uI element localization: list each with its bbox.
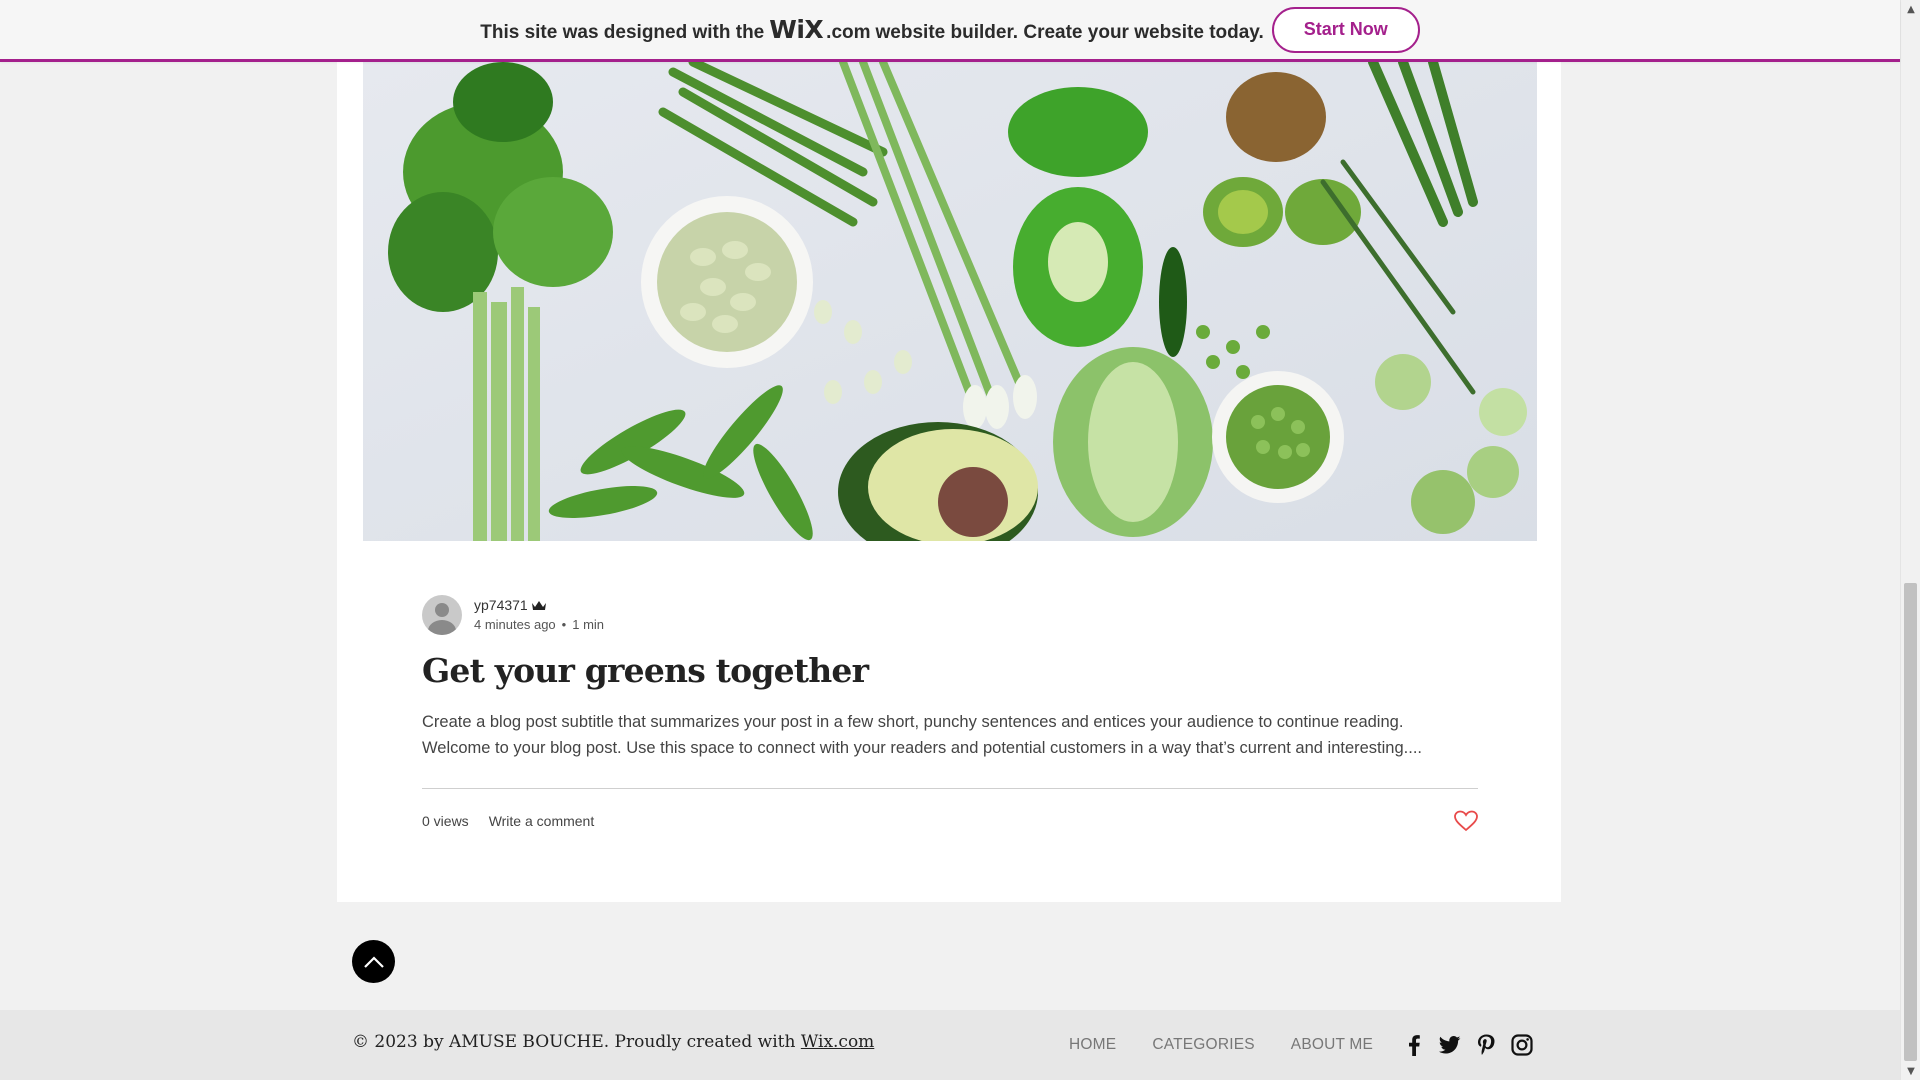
post-excerpt[interactable]: Create a blog post subtitle that summari… xyxy=(422,709,1487,761)
scroll-down-icon[interactable]: ▼ xyxy=(1901,1062,1920,1080)
excerpt-line-1: Create a blog post subtitle that summari… xyxy=(422,713,1404,731)
write-comment-link[interactable]: Write a comment xyxy=(489,813,595,829)
wix-promo-banner: This site was designed with the WiX .com… xyxy=(0,0,1900,62)
banner-text: This site was designed with the WiX .com… xyxy=(480,15,1263,44)
author-row: yp74371 4 minutes ago • 1 min xyxy=(422,595,604,635)
back-to-top-button[interactable] xyxy=(352,940,395,983)
social-links xyxy=(1402,1033,1546,1057)
wix-logo: WiX xyxy=(769,15,824,44)
views-count: 0 views xyxy=(422,813,469,829)
scroll-up-icon[interactable]: ▲ xyxy=(1901,0,1920,18)
footer-nav: HOME CATEGORIES ABOUT ME xyxy=(1069,1036,1409,1054)
vegetables-illustration xyxy=(363,62,1537,541)
instagram-icon[interactable] xyxy=(1510,1033,1534,1057)
copyright-text: © 2023 by AMUSE BOUCHE. Proudly created … xyxy=(352,1032,801,1052)
twitter-icon[interactable] xyxy=(1438,1033,1462,1057)
facebook-icon[interactable] xyxy=(1402,1033,1426,1057)
pinterest-icon[interactable] xyxy=(1474,1033,1498,1057)
heart-icon[interactable] xyxy=(1454,810,1478,832)
post-divider xyxy=(422,788,1478,789)
site-footer: © 2023 by AMUSE BOUCHE. Proudly created … xyxy=(0,1010,1900,1080)
copyright: © 2023 by AMUSE BOUCHE. Proudly created … xyxy=(352,1032,874,1052)
banner-text-before: This site was designed with the xyxy=(480,22,765,43)
wix-logo-suffix: .com xyxy=(826,22,871,43)
start-now-button[interactable]: Start Now xyxy=(1271,6,1420,53)
nav-home[interactable]: HOME xyxy=(1069,1036,1116,1054)
scroll-thumb[interactable] xyxy=(1904,583,1917,1061)
read-time: 1 min xyxy=(572,617,605,632)
post-cover-image[interactable] xyxy=(363,62,1537,541)
banner-text-after: website builder. Create your website tod… xyxy=(875,22,1264,43)
author-meta: yp74371 4 minutes ago • 1 min xyxy=(474,596,604,634)
crown-icon xyxy=(531,600,546,610)
post-card: yp74371 4 minutes ago • 1 min Get your gre… xyxy=(337,0,1561,902)
author-name[interactable]: yp74371 xyxy=(474,596,528,615)
author-avatar[interactable] xyxy=(422,595,462,635)
page-scrollbar[interactable]: ▲ ▼ xyxy=(1900,0,1920,1080)
chevron-up-icon xyxy=(363,955,384,968)
nav-about-me[interactable]: ABOUT ME xyxy=(1291,1036,1373,1054)
post-time: 4 minutes ago xyxy=(474,617,556,632)
post-stats: 0 views Write a comment xyxy=(422,810,1478,832)
meta-separator: • xyxy=(561,617,567,632)
post-title[interactable]: Get your greens together xyxy=(422,651,869,690)
nav-categories[interactable]: CATEGORIES xyxy=(1152,1036,1254,1054)
excerpt-line-2: Welcome to your blog post. Use this spac… xyxy=(422,739,1422,757)
wix-link[interactable]: Wix.com xyxy=(801,1032,874,1052)
